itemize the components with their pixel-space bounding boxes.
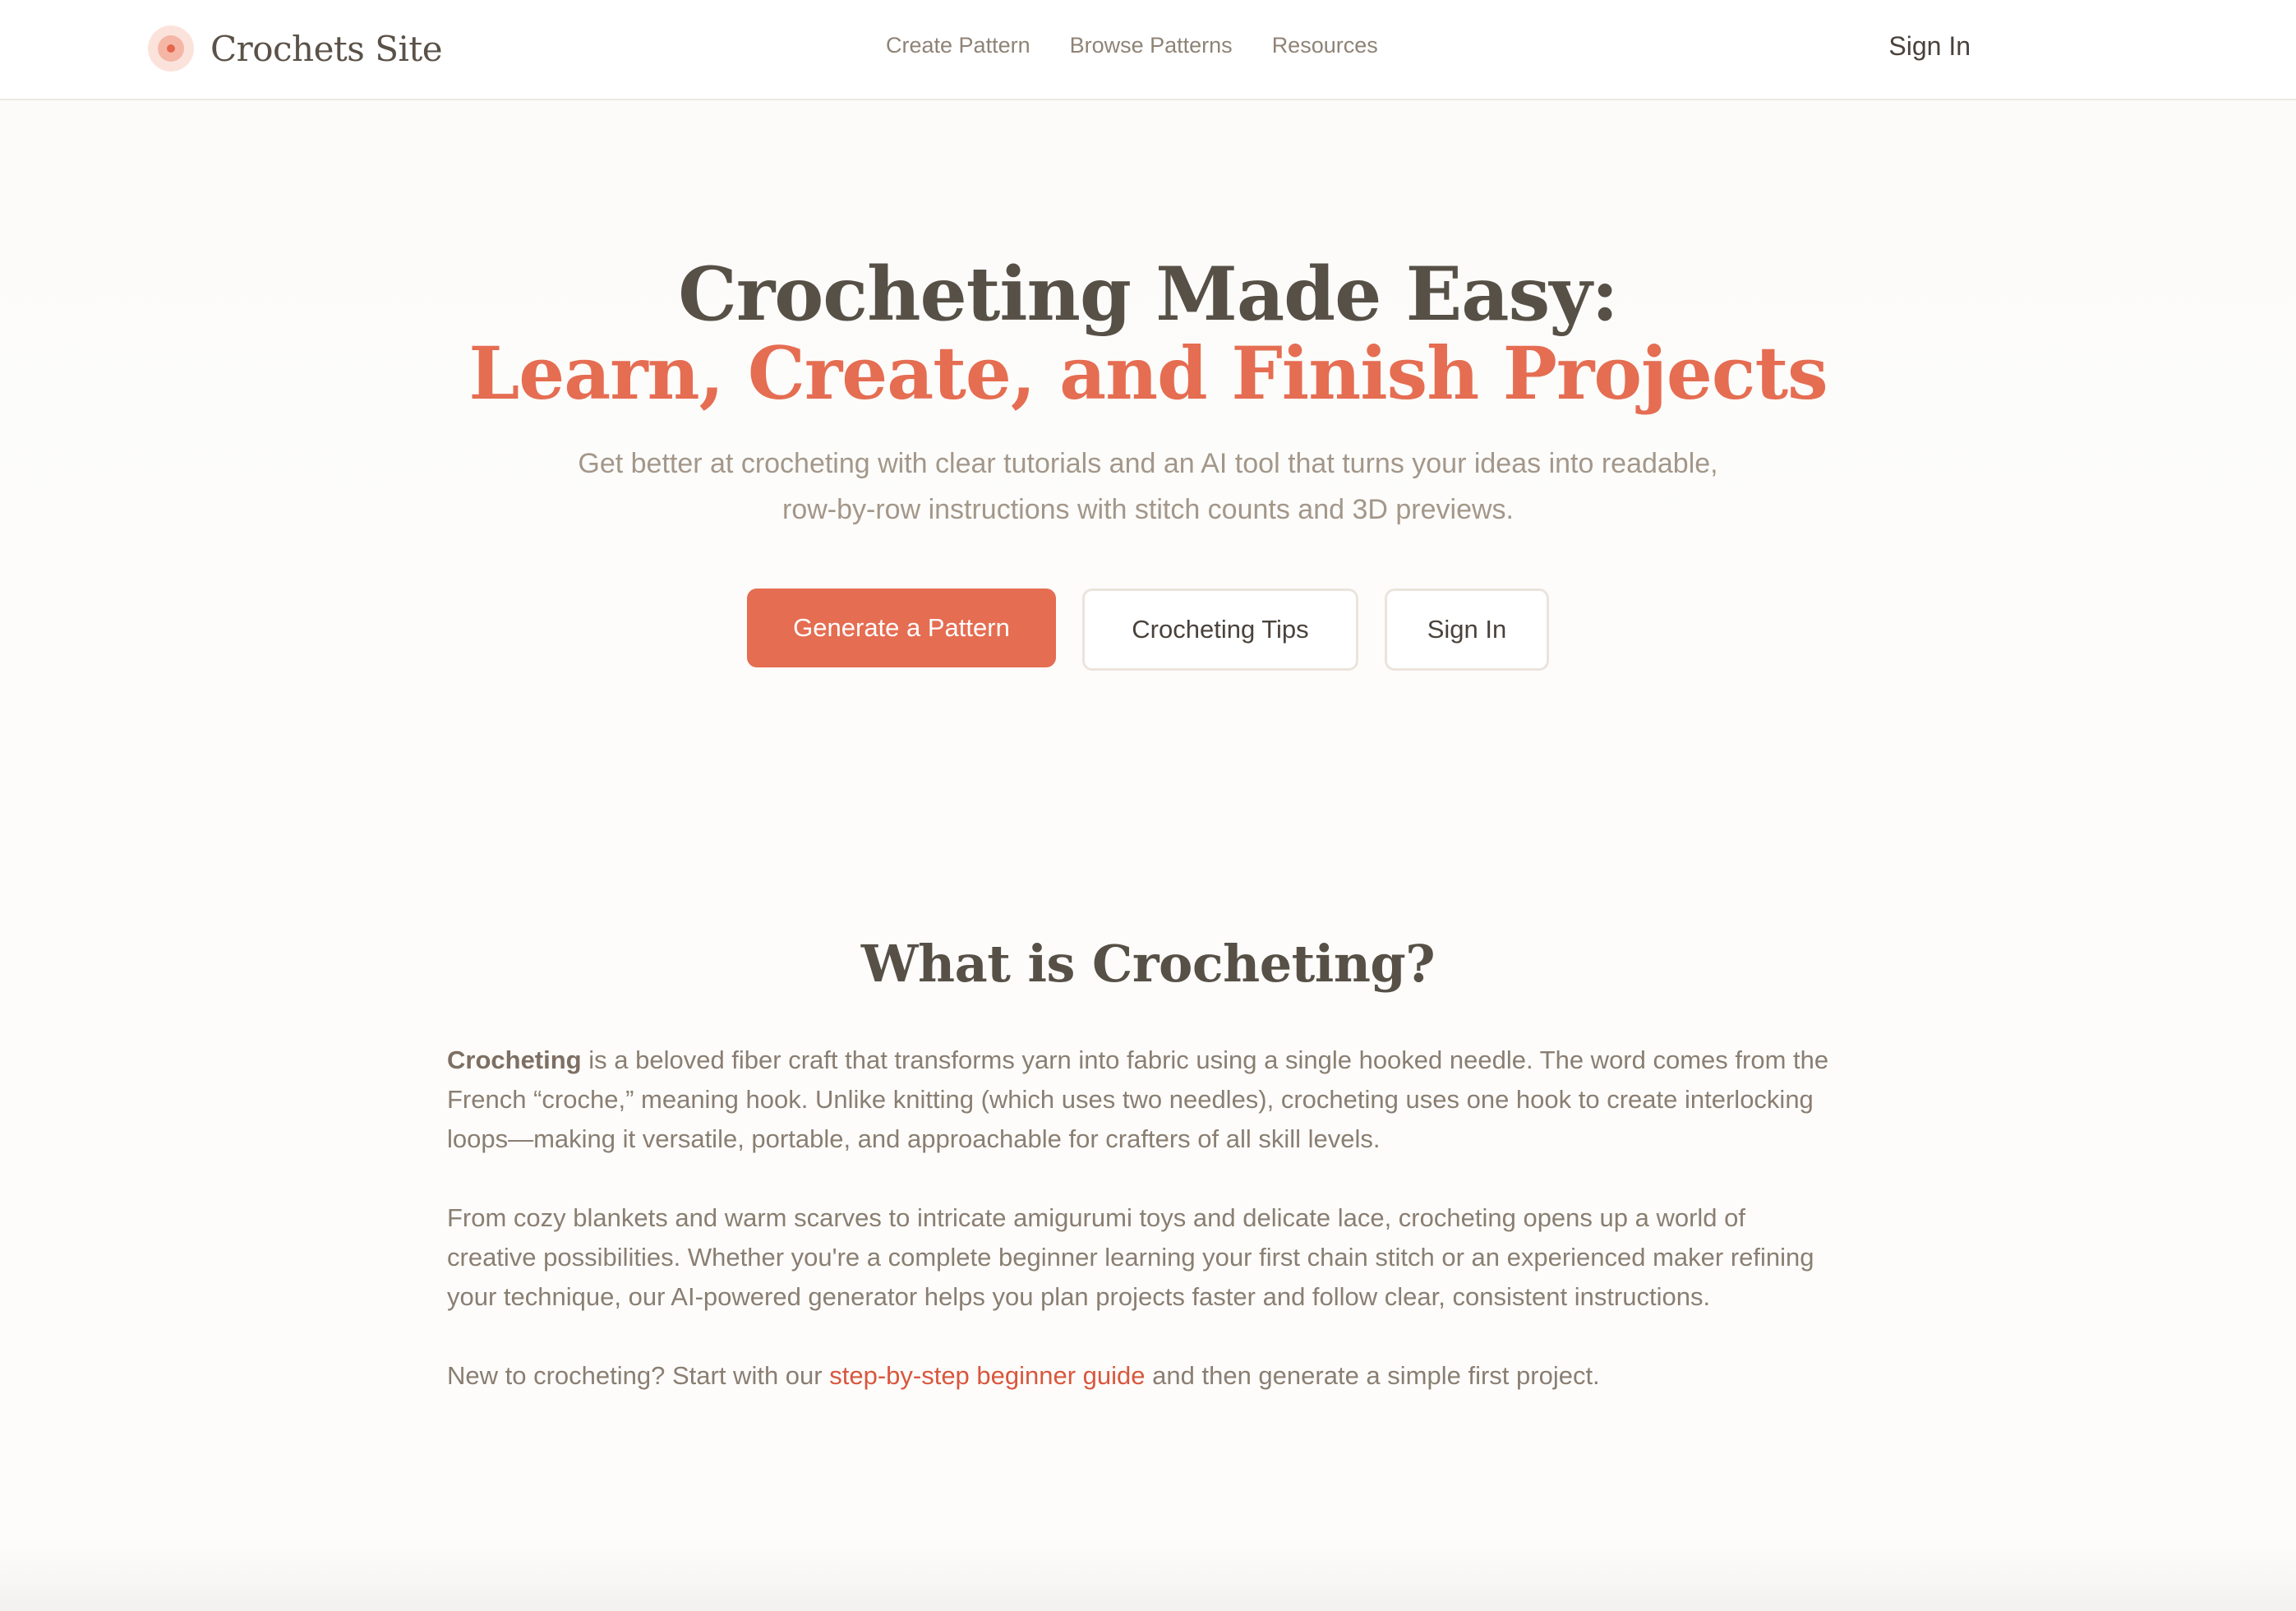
hero-title-line1: Crocheting Made Easy: — [678, 251, 1619, 338]
hero-section: Crocheting Made Easy: Learn, Create, and… — [0, 100, 2296, 725]
intro-paragraph: Crocheting is a beloved fiber craft that… — [447, 1041, 1836, 1159]
header-sign-in-link[interactable]: Sign In — [1888, 31, 1971, 62]
what-is-crocheting-section: What is Crocheting? Crocheting is a belo… — [0, 725, 2296, 1547]
nav-create-pattern[interactable]: Create Pattern — [886, 33, 1030, 58]
hero-title: Crocheting Made Easy: Learn, Create, and… — [0, 255, 2296, 413]
possibilities-paragraph: From cozy blankets and warm scarves to i… — [447, 1203, 1814, 1311]
main-nav: Create Pattern Browse Patterns Resources — [886, 33, 1378, 58]
section-title: What is Crocheting? — [860, 934, 1436, 994]
site-name: Crochets Site — [210, 28, 443, 69]
nav-resources[interactable]: Resources — [1272, 33, 1378, 58]
hero-subtitle: Get better at crocheting with clear tuto… — [578, 448, 1718, 525]
hero-actions: Generate a Pattern Crocheting Tips Sign … — [0, 589, 2296, 671]
section-body: Crocheting is a beloved fiber craft that… — [447, 1041, 1836, 1435]
beginner-text-before: New to crocheting? Start with our — [447, 1361, 830, 1390]
yarn-ball-icon — [148, 25, 194, 72]
beginner-guide-link[interactable]: step-by-step beginner guide — [829, 1361, 1145, 1390]
site-header: Crochets Site Create Pattern Browse Patt… — [0, 0, 2296, 100]
next-section-edge — [0, 1545, 2296, 1611]
hero-title-line2: Learn, Create, and Finish Projects — [468, 330, 1828, 416]
term-crocheting: Crocheting — [447, 1046, 582, 1074]
nav-browse-patterns[interactable]: Browse Patterns — [1070, 33, 1233, 58]
generate-pattern-button[interactable]: Generate a Pattern — [747, 589, 1056, 667]
crocheting-tips-button[interactable]: Crocheting Tips — [1082, 589, 1358, 671]
hero-sign-in-button[interactable]: Sign In — [1385, 589, 1549, 671]
intro-text: is a beloved fiber craft that transforms… — [447, 1046, 1829, 1153]
beginner-text-after: and then generate a simple first project… — [1145, 1361, 1600, 1390]
beginner-paragraph: New to crocheting? Start with our step-b… — [447, 1356, 1836, 1396]
site-logo[interactable]: Crochets Site — [148, 25, 443, 72]
